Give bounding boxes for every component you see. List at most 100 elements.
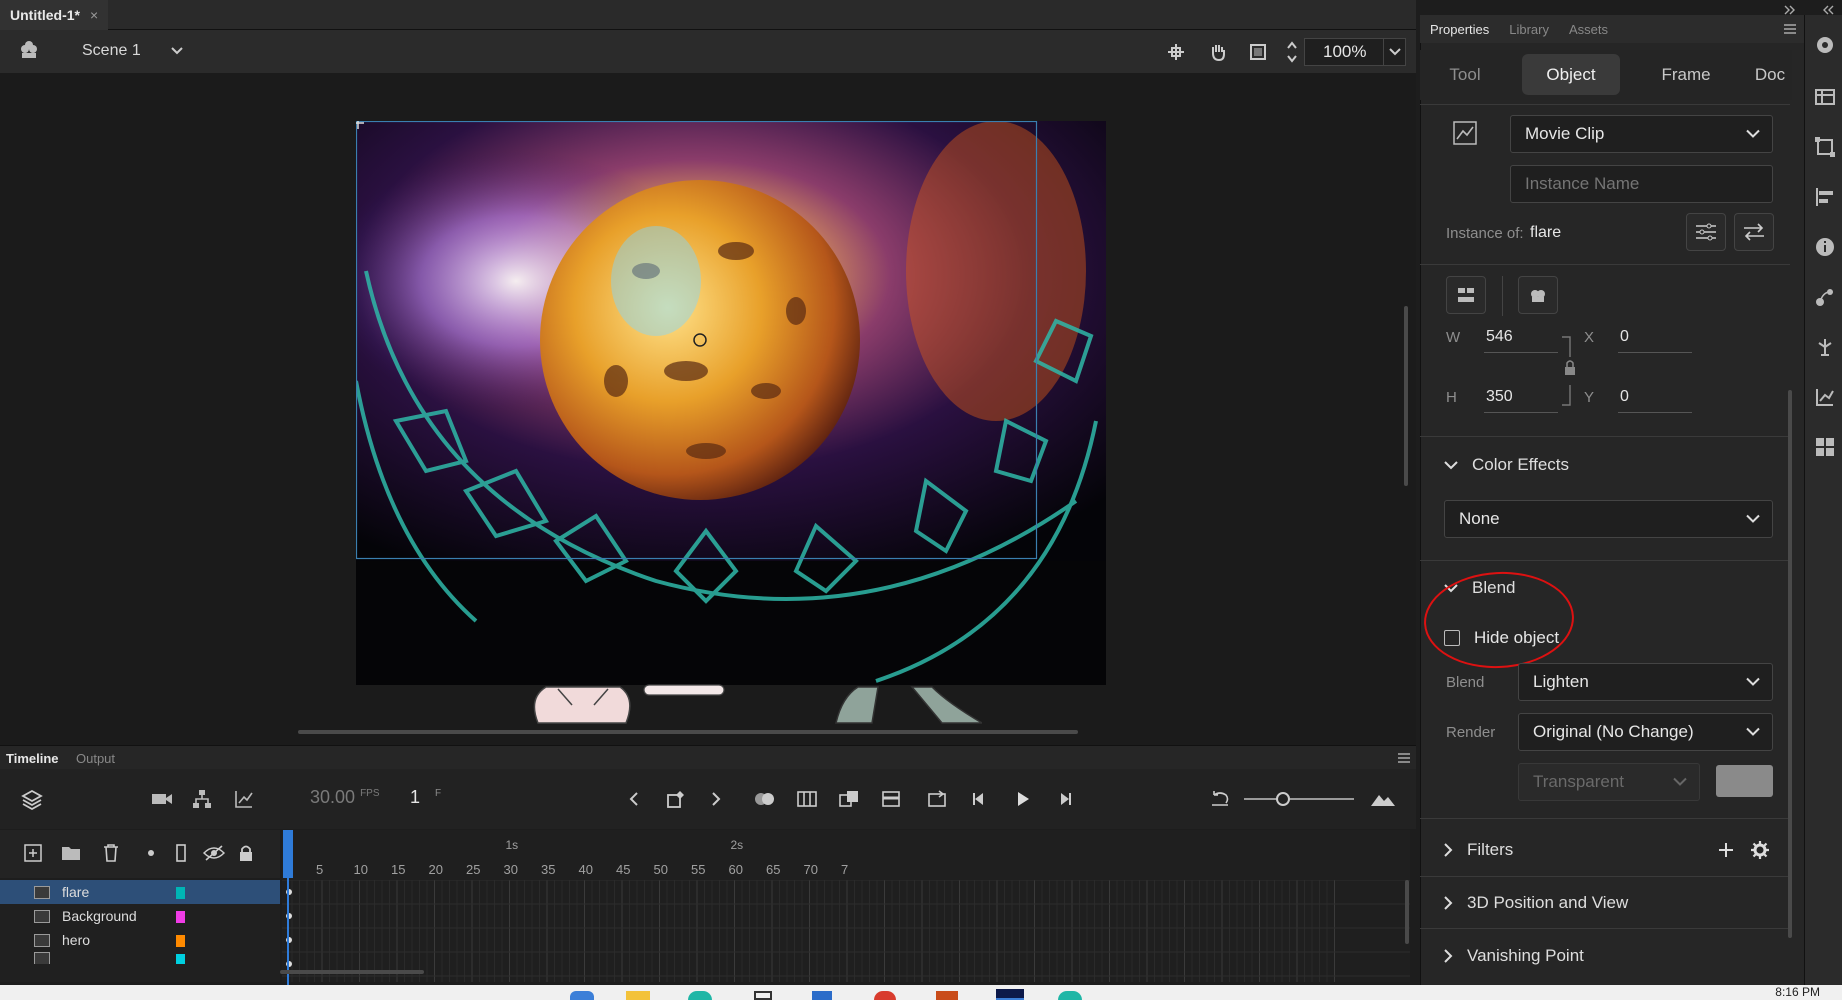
- transform-panel-icon[interactable]: [1815, 137, 1835, 157]
- motion-presets-icon[interactable]: [1815, 287, 1835, 307]
- segment-object[interactable]: Object: [1522, 54, 1620, 95]
- segment-frame[interactable]: Frame: [1640, 54, 1732, 95]
- segment-tool[interactable]: Tool: [1430, 54, 1500, 95]
- outline-icon[interactable]: [174, 842, 188, 864]
- taskbar-app-icon[interactable]: [570, 991, 594, 1000]
- mountains-icon[interactable]: [1370, 787, 1396, 811]
- lock-aspect-icon[interactable]: [1560, 335, 1578, 407]
- character-sprite-zombie[interactable]: [832, 683, 982, 725]
- stage-vertical-scrollbar[interactable]: [1404, 306, 1408, 486]
- properties-panel-icon[interactable]: [1815, 35, 1835, 55]
- expand-strip-icon[interactable]: [1822, 3, 1836, 17]
- instance-name-input[interactable]: [1510, 165, 1773, 203]
- add-filter-icon[interactable]: [1716, 840, 1736, 860]
- frame-ruler[interactable]: 5 10 15 20 25 30 35 40 45 50 55 60 65 70 7 1s 2s: [282, 830, 1410, 878]
- zoom-level-field[interactable]: 100%: [1304, 38, 1384, 66]
- taskbar-clock[interactable]: 8:16 PM: [1775, 985, 1820, 999]
- new-layer-icon[interactable]: [22, 842, 44, 864]
- blend-mode-dropdown[interactable]: Lighten: [1518, 663, 1773, 701]
- loop-playback-icon[interactable]: [924, 787, 950, 811]
- stage-horizontal-scrollbar[interactable]: [298, 730, 1078, 734]
- collapse-panel-icon[interactable]: [1782, 3, 1796, 17]
- library-panel-icon[interactable]: [1815, 87, 1835, 107]
- camera-icon[interactable]: [150, 787, 174, 811]
- layers-icon[interactable]: [20, 787, 44, 811]
- insert-keyframe-icon[interactable]: [664, 787, 688, 811]
- taskbar-folder-icon[interactable]: [626, 991, 650, 1000]
- properties-settings-button[interactable]: [1686, 213, 1726, 251]
- symbol-type-dropdown[interactable]: Movie Clip: [1510, 115, 1773, 153]
- fps-display[interactable]: 30.00 FPS: [310, 787, 380, 808]
- render-dropdown[interactable]: Original (No Change): [1518, 713, 1773, 751]
- panel-menu-icon[interactable]: [1396, 750, 1412, 766]
- frame-cells[interactable]: [282, 880, 1410, 982]
- height-value[interactable]: 350: [1486, 388, 1513, 406]
- info-icon[interactable]: [1815, 237, 1835, 257]
- layer-parenting-icon[interactable]: [190, 787, 214, 811]
- color-effects-dropdown[interactable]: None: [1444, 500, 1773, 538]
- snap-icon[interactable]: [1164, 40, 1188, 64]
- taskbar-chrome-icon[interactable]: [874, 991, 896, 1000]
- gear-icon[interactable]: [1750, 840, 1770, 860]
- taskbar-browser-icon[interactable]: [688, 991, 712, 1000]
- zoom-stepper-icon[interactable]: [1284, 36, 1300, 68]
- step-forward-icon[interactable]: [1054, 787, 1076, 811]
- playhead[interactable]: [283, 830, 293, 985]
- zoom-dropdown-chevron-icon[interactable]: [1384, 38, 1406, 66]
- asset-warp-icon[interactable]: [1815, 337, 1835, 357]
- chevron-left-icon[interactable]: [624, 787, 644, 811]
- layer-row[interactable]: flare: [0, 880, 280, 904]
- undo-rotate-icon[interactable]: [1208, 787, 1232, 811]
- color-effects-header[interactable]: Color Effects: [1444, 455, 1569, 475]
- layer-row[interactable]: Background: [0, 904, 280, 928]
- scene-symbol-icon[interactable]: [16, 38, 42, 64]
- timeline-vertical-scrollbar[interactable]: [1405, 880, 1409, 944]
- close-icon[interactable]: ×: [90, 7, 98, 23]
- instance-of-value[interactable]: flare: [1530, 224, 1561, 242]
- chevron-down-icon[interactable]: [168, 40, 186, 62]
- width-value[interactable]: 546: [1486, 328, 1513, 346]
- edit-symbol-button[interactable]: [1518, 276, 1558, 314]
- character-sprite-teeth[interactable]: [642, 683, 726, 697]
- edit-multiple-frames-icon[interactable]: [794, 787, 820, 811]
- layer-row[interactable]: hero: [0, 928, 280, 952]
- convert-to-symbol-icon[interactable]: [836, 787, 862, 811]
- frame-zoom-slider-handle[interactable]: [1276, 792, 1290, 806]
- tab-output[interactable]: Output: [76, 746, 115, 770]
- stage-artwork[interactable]: [356, 121, 1106, 685]
- x-value[interactable]: 0: [1620, 328, 1629, 346]
- position-3d-header[interactable]: 3D Position and View: [1444, 893, 1628, 913]
- vanishing-point-header[interactable]: Vanishing Point: [1444, 946, 1584, 966]
- align-button[interactable]: [1446, 276, 1486, 314]
- taskbar-store-icon[interactable]: [812, 991, 832, 1000]
- onion-skin-icon[interactable]: [752, 787, 778, 811]
- properties-scrollbar[interactable]: [1788, 390, 1792, 938]
- layer-row[interactable]: [0, 952, 280, 964]
- tab-properties[interactable]: Properties: [1420, 22, 1499, 37]
- graph-panel-icon[interactable]: [1815, 387, 1835, 407]
- tab-assets[interactable]: Assets: [1559, 22, 1618, 37]
- frame-zoom-slider[interactable]: [1244, 798, 1354, 800]
- y-value[interactable]: 0: [1620, 388, 1629, 406]
- eye-slash-icon[interactable]: [202, 842, 226, 864]
- panel-menu-icon[interactable]: [1782, 21, 1798, 37]
- segment-doc[interactable]: Doc: [1740, 54, 1800, 95]
- play-icon[interactable]: [1012, 787, 1034, 811]
- break-apart-icon[interactable]: [878, 787, 904, 811]
- taskbar-office-icon[interactable]: [936, 991, 958, 1000]
- chevron-right-icon[interactable]: [706, 787, 726, 811]
- timeline-horizontal-scrollbar[interactable]: [280, 970, 424, 974]
- new-folder-icon[interactable]: [60, 842, 82, 864]
- taskbar-edge-icon[interactable]: [1058, 991, 1082, 1000]
- align-panel-icon[interactable]: [1815, 187, 1835, 207]
- tab-library[interactable]: Library: [1499, 22, 1559, 37]
- document-tab[interactable]: Untitled-1* ×: [0, 0, 109, 30]
- current-frame-display[interactable]: 1 F: [410, 787, 441, 808]
- lock-icon[interactable]: [236, 842, 256, 864]
- taskbar-animate-icon[interactable]: [996, 989, 1024, 1000]
- clip-canvas-icon[interactable]: [1246, 40, 1270, 64]
- layer-color-swatch[interactable]: [176, 887, 185, 899]
- dot-icon[interactable]: [144, 842, 158, 864]
- background-color-swatch[interactable]: [1716, 765, 1773, 797]
- hand-tool-icon[interactable]: [1206, 40, 1230, 64]
